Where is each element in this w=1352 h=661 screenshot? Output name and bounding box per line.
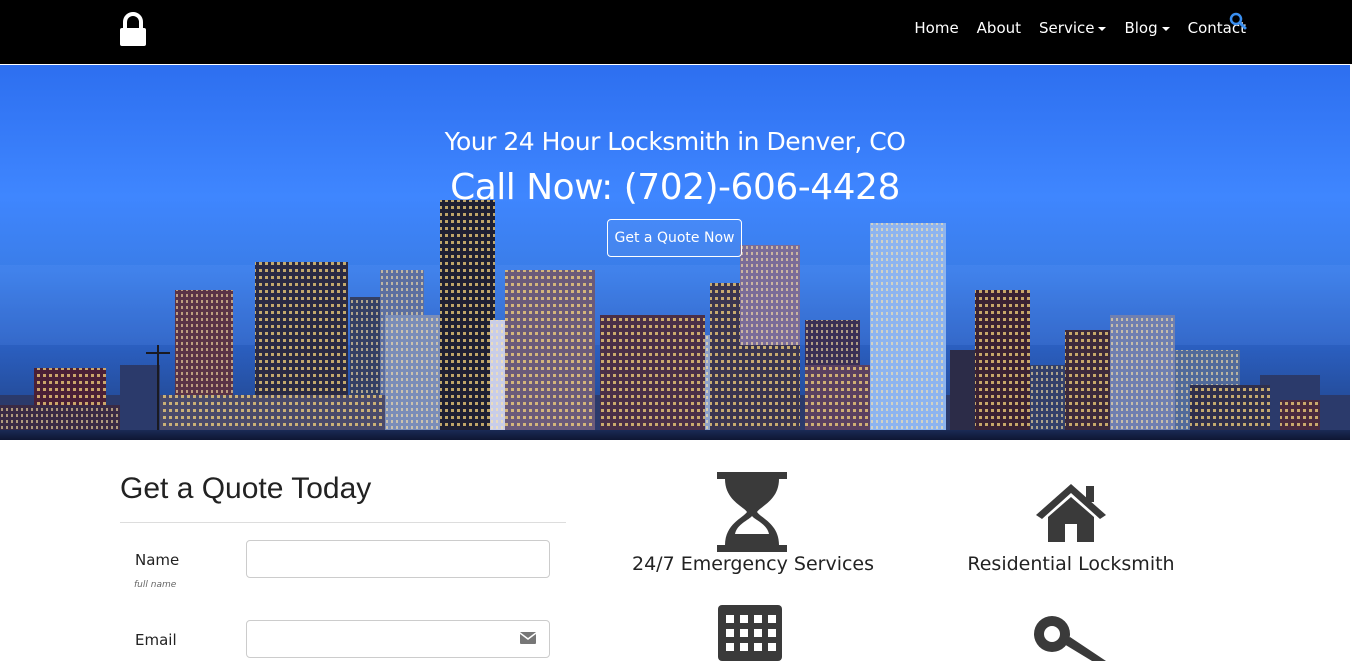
- get-quote-button[interactable]: Get a Quote Now: [607, 219, 742, 257]
- nav-about-label: About: [976, 19, 1022, 37]
- quote-form-title: Get a Quote Today: [120, 472, 372, 505]
- hourglass-icon: [717, 472, 787, 552]
- divider: [120, 522, 566, 523]
- caret-down-icon: [1098, 27, 1107, 31]
- search-icon[interactable]: [1229, 12, 1247, 30]
- main-nav: Home About Service Blog Contact: [896, 0, 1246, 56]
- service-emergency-label[interactable]: 24/7 Emergency Services: [603, 553, 903, 575]
- nav-blog[interactable]: Blog: [1124, 19, 1170, 37]
- nav-service[interactable]: Service: [1039, 19, 1107, 37]
- envelope-icon: [520, 632, 536, 644]
- nav-service-label: Service: [1039, 19, 1095, 37]
- name-label: Name: [135, 551, 180, 569]
- nav-home[interactable]: Home: [914, 19, 958, 37]
- key-icon: [1034, 616, 1106, 661]
- navbar: Home About Service Blog Contact: [0, 0, 1352, 64]
- home-icon: [1036, 484, 1106, 542]
- hero-phone[interactable]: Call Now: (702)-606-4428: [0, 167, 1350, 208]
- nav-home-label: Home: [914, 19, 959, 37]
- email-input[interactable]: [246, 620, 550, 658]
- hero-subtitle: Your 24 Hour Locksmith in Denver, CO: [444, 127, 906, 156]
- nav-about[interactable]: About: [977, 19, 1021, 37]
- nav-blog-label: Blog: [1124, 19, 1158, 37]
- hero-banner: Your 24 Hour Locksmith in Denver, CO Cal…: [0, 65, 1350, 440]
- name-input[interactable]: [246, 540, 550, 578]
- lock-icon[interactable]: [118, 12, 148, 48]
- caret-down-icon: [1161, 27, 1170, 31]
- service-residential-label[interactable]: Residential Locksmith: [921, 553, 1221, 575]
- email-label: Email: [135, 631, 177, 649]
- name-hint: full name: [134, 580, 177, 590]
- building-icon: [718, 605, 782, 661]
